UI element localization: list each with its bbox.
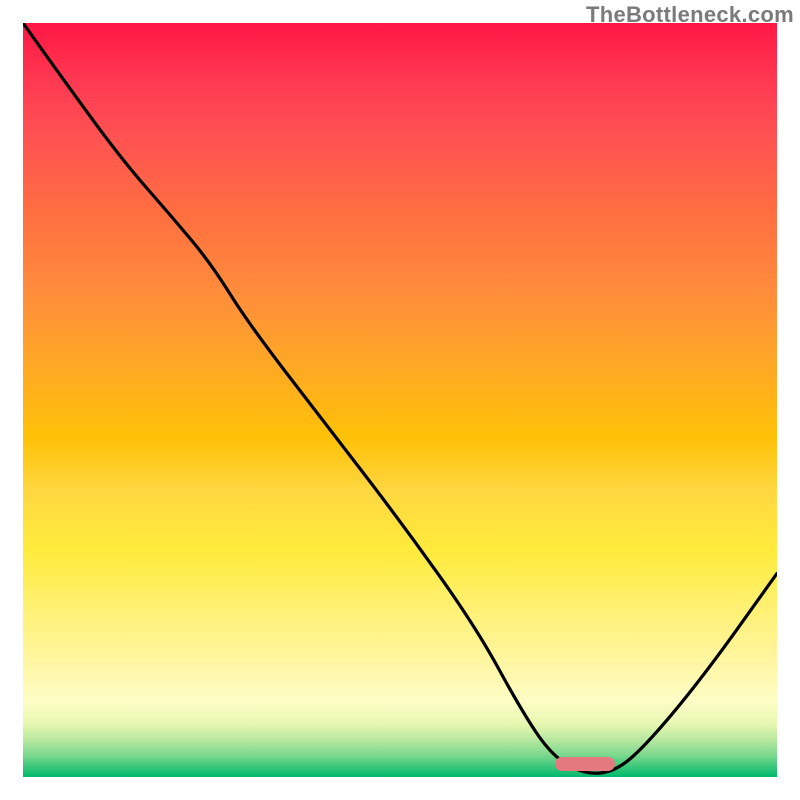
curve-svg [23, 23, 777, 777]
chart-container: TheBottleneck.com [0, 0, 800, 800]
bottleneck-curve-path [23, 23, 777, 773]
optimal-range-marker [555, 757, 615, 771]
plot-area [23, 23, 777, 777]
